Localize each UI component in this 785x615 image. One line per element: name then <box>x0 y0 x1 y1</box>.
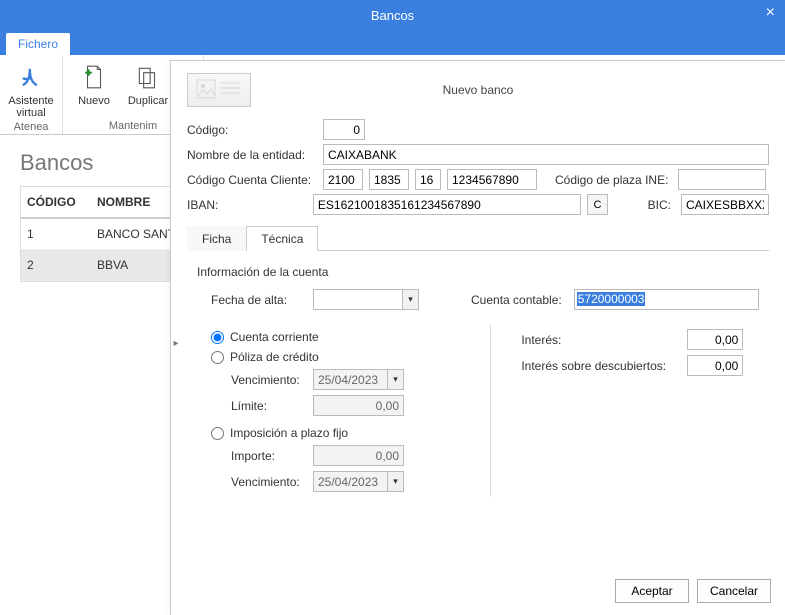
label-poliza-credito: Póliza de crédito <box>230 350 319 364</box>
codigo-plaza-input[interactable] <box>678 169 766 190</box>
ribbon-group-label: Atenea <box>14 119 49 135</box>
interes-descubiertos-input[interactable] <box>687 355 743 376</box>
poliza-vencimiento-combo[interactable]: ▾ <box>313 369 404 390</box>
label-plazo-vencimiento: Vencimiento: <box>197 475 307 489</box>
alpha-icon <box>15 61 47 93</box>
label-poliza-vencimiento: Vencimiento: <box>197 373 307 387</box>
label-interes-descubiertos: Interés sobre descubiertos: <box>521 359 681 373</box>
bic-input[interactable] <box>681 194 769 215</box>
plazo-importe-input[interactable] <box>313 445 404 466</box>
label-ccc: Código Cuenta Cliente: <box>187 173 317 187</box>
label-codigo-plaza: Código de plaza INE: <box>555 173 668 187</box>
label-fecha-alta: Fecha de alta: <box>211 293 307 307</box>
tab-panel-tecnica: Información de la cuenta Fecha de alta: … <box>187 251 769 511</box>
label-iban: IBAN: <box>187 198 307 212</box>
plazo-vencimiento-combo[interactable]: ▾ <box>313 471 404 492</box>
label-poliza-limite: Límite: <box>197 399 307 413</box>
label-cuenta-contable: Cuenta contable: <box>471 293 562 307</box>
chevron-down-icon[interactable]: ▾ <box>388 369 404 390</box>
accept-button[interactable]: Aceptar <box>615 579 689 603</box>
section-title: Información de la cuenta <box>197 265 759 279</box>
ribbon-duplicar[interactable]: Duplicar <box>121 59 175 107</box>
new-doc-icon <box>78 61 110 93</box>
label-cuenta-corriente: Cuenta corriente <box>230 330 319 344</box>
iban-input[interactable] <box>313 194 581 215</box>
ccc-banco-input[interactable] <box>323 169 363 190</box>
radio-cuenta-corriente[interactable] <box>211 331 224 344</box>
chevron-down-icon[interactable]: ▾ <box>403 289 419 310</box>
cancel-button[interactable]: Cancelar <box>697 579 771 603</box>
nuevo-banco-dialog: ▸ Nuevo banco Código: Nombre de la entid… <box>170 60 785 615</box>
cell-codigo: 2 <box>21 250 91 280</box>
ribbon-label: Asistente <box>8 95 53 107</box>
ccc-dc-input[interactable] <box>415 169 441 190</box>
label-plazo-fijo: Imposición a plazo fijo <box>230 426 348 440</box>
label-interes: Interés: <box>521 333 681 347</box>
ribbon-label: Nuevo <box>78 95 110 107</box>
cell-codigo: 1 <box>21 219 91 249</box>
col-codigo[interactable]: CÓDIGO <box>21 187 91 217</box>
file-tab[interactable]: Fichero <box>6 33 70 55</box>
dialog-title: Nuevo banco <box>265 83 691 97</box>
chevron-down-icon[interactable]: ▾ <box>388 471 404 492</box>
codigo-input[interactable] <box>323 119 365 140</box>
label-plazo-importe: Importe: <box>197 449 307 463</box>
ribbon-asistente-virtual[interactable]: Asistentevirtual <box>4 59 58 119</box>
iban-calc-button[interactable]: C <box>587 194 607 215</box>
ccc-cuenta-input[interactable] <box>447 169 537 190</box>
label-nombre-entidad: Nombre de la entidad: <box>187 148 317 162</box>
ccc-oficina-input[interactable] <box>369 169 409 190</box>
plazo-vencimiento-input[interactable] <box>313 471 388 492</box>
window-title: Bancos <box>371 8 414 23</box>
fecha-alta-combo[interactable]: ▾ <box>313 289 419 310</box>
interes-input[interactable] <box>687 329 743 350</box>
cuenta-contable-value: 5720000003 <box>577 292 646 306</box>
tab-tecnica[interactable]: Técnica <box>246 226 318 251</box>
ribbon-group-label: Mantenim <box>109 118 157 134</box>
window-close-button[interactable]: × <box>766 4 775 22</box>
poliza-vencimiento-input[interactable] <box>313 369 388 390</box>
ribbon-nuevo[interactable]: Nuevo <box>67 59 121 107</box>
radio-poliza-credito[interactable] <box>211 351 224 364</box>
label-bic: BIC: <box>648 198 671 212</box>
radio-plazo-fijo[interactable] <box>211 427 224 440</box>
ribbon-label: virtual <box>16 107 45 119</box>
duplicate-icon <box>132 61 164 93</box>
nombre-entidad-input[interactable] <box>323 144 769 165</box>
ribbon-group-atenea: Asistentevirtual Atenea <box>0 55 63 134</box>
dialog-image-placeholder[interactable] <box>187 73 251 107</box>
file-tabstrip: Fichero <box>0 30 785 55</box>
ribbon-label: Duplicar <box>128 95 168 107</box>
tab-ficha[interactable]: Ficha <box>187 226 246 251</box>
fecha-alta-input[interactable] <box>313 289 403 310</box>
window-titlebar: Bancos × <box>0 0 785 30</box>
dialog-expand-handle[interactable]: ▸ <box>171 331 181 355</box>
poliza-limite-input[interactable] <box>313 395 404 416</box>
label-codigo: Código: <box>187 123 317 137</box>
